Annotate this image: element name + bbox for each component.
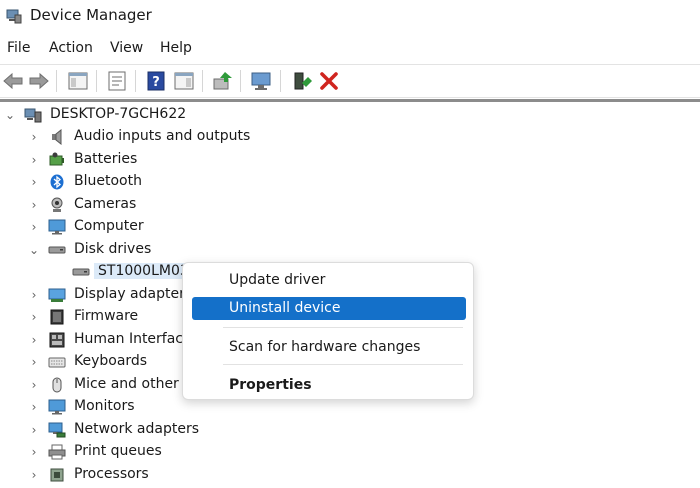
toolbar: ? [0,64,700,98]
tree-item-label: Processors [74,466,149,482]
disk-drive-icon [48,246,66,254]
menu-item-label: Scan for hardware changes [229,339,421,355]
expand-chevron-icon[interactable]: › [28,351,40,373]
menu-item-label: Uninstall device [229,300,341,316]
collapse-chevron-icon[interactable]: ⌄ [28,239,40,261]
toolbar-separator [135,70,136,92]
update-driver-icon[interactable] [211,69,235,93]
uninstall-x-icon[interactable] [317,69,341,93]
menu-separator [223,364,463,365]
monitor-icon [48,399,66,415]
menu-view[interactable]: View [110,40,143,56]
toolbar-separator [56,70,57,92]
bluetooth-icon [50,174,64,190]
menu-separator [223,327,463,328]
title-bar: Device Manager [0,0,700,34]
tree-item-cameras[interactable]: › Cameras [0,194,700,216]
keyboard-icon [48,357,66,368]
menu-item-update-driver[interactable]: Update driver [192,269,466,292]
speaker-icon [52,129,62,145]
battery-icon [49,152,64,166]
tree-root[interactable]: ⌄ DESKTOP-7GCH622 [0,104,700,126]
tree-item-disk-drives[interactable]: ⌄ Disk drives [0,239,700,261]
tree-item-label: Batteries [74,151,138,167]
expand-chevron-icon[interactable]: › [28,216,40,238]
menu-item-uninstall-device[interactable]: Uninstall device [192,297,466,320]
help-icon[interactable]: ? [144,69,168,93]
svg-text:?: ? [152,75,160,90]
menu-item-label: Properties [229,377,312,393]
toolbar-separator [202,70,203,92]
tree-item-network-adapters[interactable]: › Network adapters [0,419,700,441]
enable-device-icon[interactable] [290,69,314,93]
menu-item-properties[interactable]: Properties [192,374,466,397]
menu-item-label: Update driver [229,272,326,288]
expand-chevron-icon[interactable]: › [28,329,40,351]
expand-chevron-icon[interactable]: › [28,149,40,171]
properties-sheet-icon[interactable] [105,69,129,93]
tree-root-label: DESKTOP-7GCH622 [50,106,187,122]
tree-item-label: Human Interface [74,331,192,347]
expand-chevron-icon[interactable]: › [28,194,40,216]
tree-item-processors[interactable]: › Processors [0,464,700,486]
printer-icon [48,444,66,460]
tree-item-label: Keyboards [74,353,148,369]
tree-item-label: Audio inputs and outputs [74,128,251,144]
expand-chevron-icon[interactable]: › [28,306,40,328]
tree-item-label: Firmware [74,308,139,324]
disk-drive-icon [72,268,90,276]
device-manager-icon [6,9,22,24]
tree-item-label: Network adapters [74,421,199,437]
tree-item-label: Bluetooth [74,173,142,189]
expand-chevron-icon[interactable]: › [28,441,40,463]
expand-chevron-icon[interactable]: › [28,396,40,418]
tree-item-batteries[interactable]: › Batteries [0,149,700,171]
tree-item-computer[interactable]: › Computer [0,216,700,238]
action-pane-icon[interactable] [172,69,196,93]
tree-item-label: Cameras [74,196,137,212]
expand-chevron-icon[interactable]: › [28,171,40,193]
toolbar-separator [96,70,97,92]
tree-item-print-queues[interactable]: › Print queues [0,441,700,463]
show-hide-tree-icon[interactable] [66,69,90,93]
tree-item-label: Monitors [74,398,135,414]
tree-item-label: Disk drives [74,241,152,257]
scan-hardware-icon[interactable] [249,69,273,93]
menu-file[interactable]: File [7,40,30,56]
menu-help[interactable]: Help [160,40,192,56]
display-adapter-icon [48,288,66,302]
toolbar-separator [240,70,241,92]
expand-chevron-icon[interactable]: › [28,284,40,306]
tree-item-label: Computer [74,218,144,234]
expand-chevron-icon[interactable]: › [28,464,40,486]
expand-chevron-icon[interactable]: › [28,419,40,441]
window-title: Device Manager [30,6,152,24]
camera-icon [51,197,63,212]
mouse-icon [52,377,62,393]
menu-item-scan-hardware[interactable]: Scan for hardware changes [192,336,466,359]
forward-arrow-icon[interactable] [27,69,51,93]
tree-item-audio[interactable]: › Audio inputs and outputs [0,126,700,148]
expand-chevron-icon[interactable]: › [28,374,40,396]
toolbar-separator [280,70,281,92]
firmware-icon [50,309,64,325]
collapse-chevron-icon[interactable]: ⌄ [4,104,16,126]
computer-icon [48,219,66,235]
menu-bar: File Action View Help [0,38,700,62]
hid-icon [49,332,65,348]
tree-item-bluetooth[interactable]: › Bluetooth [0,171,700,193]
processor-icon [50,468,64,482]
tree-item-label: Print queues [74,443,162,459]
back-arrow-icon[interactable] [1,69,25,93]
computer-tower-icon [24,108,42,123]
menu-action[interactable]: Action [49,40,93,56]
tree-item-label: Display adapters [74,286,193,302]
context-menu: Update driver Uninstall device Scan for … [182,262,474,400]
network-adapter-icon [48,422,66,438]
tree-item-label: Mice and other p [74,376,193,392]
expand-chevron-icon[interactable]: › [28,126,40,148]
